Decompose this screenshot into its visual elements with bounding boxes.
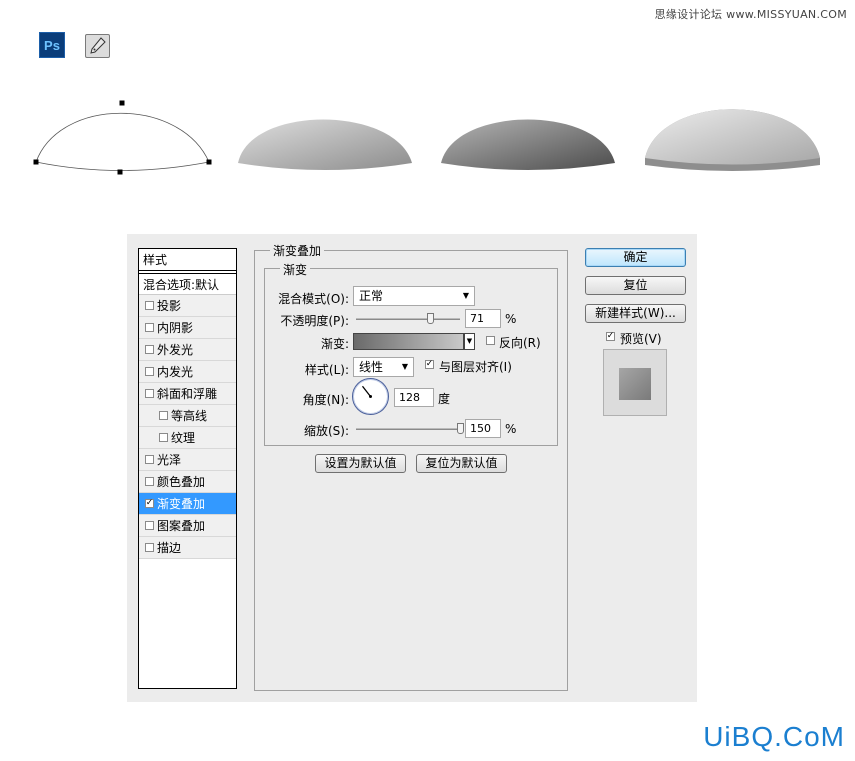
scale-label: 缩放(S): [303, 424, 349, 438]
reset-default-button[interactable]: 复位为默认值 [416, 454, 507, 473]
style-item-label: 斜面和浮雕 [157, 386, 218, 401]
style-item-label: 等高线 [171, 408, 208, 423]
style-item-checkbox[interactable] [145, 345, 154, 354]
angle-input[interactable]: 128 [394, 388, 434, 407]
style-item-label: 投影 [157, 298, 182, 313]
opacity-unit: % [505, 312, 517, 326]
opacity-slider-thumb[interactable] [426, 313, 434, 324]
style-item[interactable]: 斜面和浮雕 [139, 383, 236, 405]
angle-dial[interactable] [352, 378, 389, 415]
set-default-button[interactable]: 设置为默认值 [315, 454, 406, 473]
gradient-dropdown-arrow-icon[interactable]: ▼ [464, 333, 475, 350]
blend-mode-value: 正常 [359, 289, 384, 303]
gradient-overlay-title: 渐变叠加 [270, 242, 325, 259]
gradient-label: 渐变: [320, 337, 349, 351]
style-item[interactable]: 颜色叠加 [139, 471, 236, 493]
style-item-checkbox[interactable] [159, 433, 168, 442]
gradient-subgroup-title: 渐变 [280, 261, 311, 278]
style-item-checkbox[interactable] [145, 301, 154, 310]
style-item[interactable]: 内阴影 [139, 317, 236, 339]
style-item[interactable]: 图案叠加 [139, 515, 236, 537]
style-item-label: 外发光 [157, 342, 194, 357]
style-label: 样式(L): [304, 363, 349, 377]
style-item-checkbox[interactable] [145, 543, 154, 552]
angle-label: 角度(N): [302, 393, 349, 407]
scale-unit: % [505, 422, 517, 436]
reverse-checkbox[interactable] [486, 336, 495, 345]
style-item[interactable]: 内发光 [139, 361, 236, 383]
style-item-label: 纹理 [171, 430, 196, 445]
style-list-header[interactable]: 样式 [139, 249, 236, 271]
style-item-checkbox[interactable] [145, 367, 154, 376]
style-item-label: 渐变叠加 [157, 496, 206, 511]
style-item-checkbox[interactable] [145, 499, 154, 508]
style-item-checkbox[interactable] [145, 323, 154, 332]
reset-button[interactable]: 复位 [585, 276, 686, 295]
dropdown-arrow-icon: ▼ [401, 362, 408, 371]
reverse-label: 反向(R) [499, 336, 541, 350]
blend-options-item[interactable]: 混合选项:默认 [139, 273, 236, 295]
preview-square [619, 368, 651, 400]
opacity-label: 不透明度(P): [280, 314, 349, 328]
watermark-top: 思缘设计论坛 www.MISSYUAN.COM [654, 8, 847, 21]
path-outline-shape [33, 100, 212, 175]
style-item[interactable]: 外发光 [139, 339, 236, 361]
style-item-checkbox[interactable] [145, 389, 154, 398]
style-item-checkbox[interactable] [145, 455, 154, 464]
style-item[interactable]: 描边 [139, 537, 236, 559]
photoshop-logo-icon: Ps [39, 32, 65, 58]
style-item[interactable]: 投影 [139, 295, 236, 317]
style-preview-swatch [603, 349, 667, 416]
style-item[interactable]: 纹理 [139, 427, 236, 449]
style-item[interactable]: 等高线 [139, 405, 236, 427]
scale-input[interactable]: 150 [465, 419, 501, 438]
shape-illustrations [33, 100, 820, 175]
preview-checkbox[interactable] [606, 332, 615, 341]
style-item-label: 内发光 [157, 364, 194, 379]
style-item-label: 光泽 [157, 452, 182, 467]
style-item-checkbox[interactable] [159, 411, 168, 420]
blend-mode-label: 混合模式(O): [278, 292, 349, 306]
gradient-style-select[interactable]: 线性 ▼ [353, 357, 414, 377]
watermark-bottom: UiBQ.CoM [703, 721, 845, 752]
style-item-checkbox[interactable] [145, 477, 154, 486]
dome-shape-light [238, 119, 412, 170]
dropdown-arrow-icon: ▼ [462, 291, 469, 300]
gradient-preview-bar[interactable] [353, 333, 464, 350]
ok-button[interactable]: 确定 [585, 248, 686, 267]
angle-unit: 度 [438, 392, 451, 406]
new-style-button[interactable]: 新建样式(W)... [585, 304, 686, 323]
style-item[interactable]: 光泽 [139, 449, 236, 471]
align-with-layer-checkbox[interactable] [425, 360, 434, 369]
style-list: 样式 混合选项:默认 投影内阴影外发光内发光斜面和浮雕等高线纹理光泽颜色叠加渐变… [138, 248, 237, 689]
blend-mode-select[interactable]: 正常 ▼ [353, 286, 475, 306]
style-item-label: 颜色叠加 [157, 474, 206, 489]
style-item-label: 描边 [157, 540, 182, 555]
preview-label: 预览(V) [620, 332, 662, 346]
style-item[interactable]: 渐变叠加 [139, 493, 236, 515]
opacity-input[interactable]: 71 [465, 309, 501, 328]
gradient-style-value: 线性 [359, 360, 384, 374]
style-item-checkbox[interactable] [145, 521, 154, 530]
scale-slider-thumb[interactable] [457, 423, 464, 434]
pen-tool-icon[interactable] [85, 34, 110, 58]
style-item-label: 图案叠加 [157, 518, 206, 533]
scale-slider-track[interactable] [356, 428, 460, 430]
style-item-label: 内阴影 [157, 320, 194, 335]
opacity-slider-track[interactable] [356, 318, 460, 320]
dome-shape-dark [441, 119, 615, 170]
align-with-layer-label: 与图层对齐(I) [439, 360, 512, 374]
